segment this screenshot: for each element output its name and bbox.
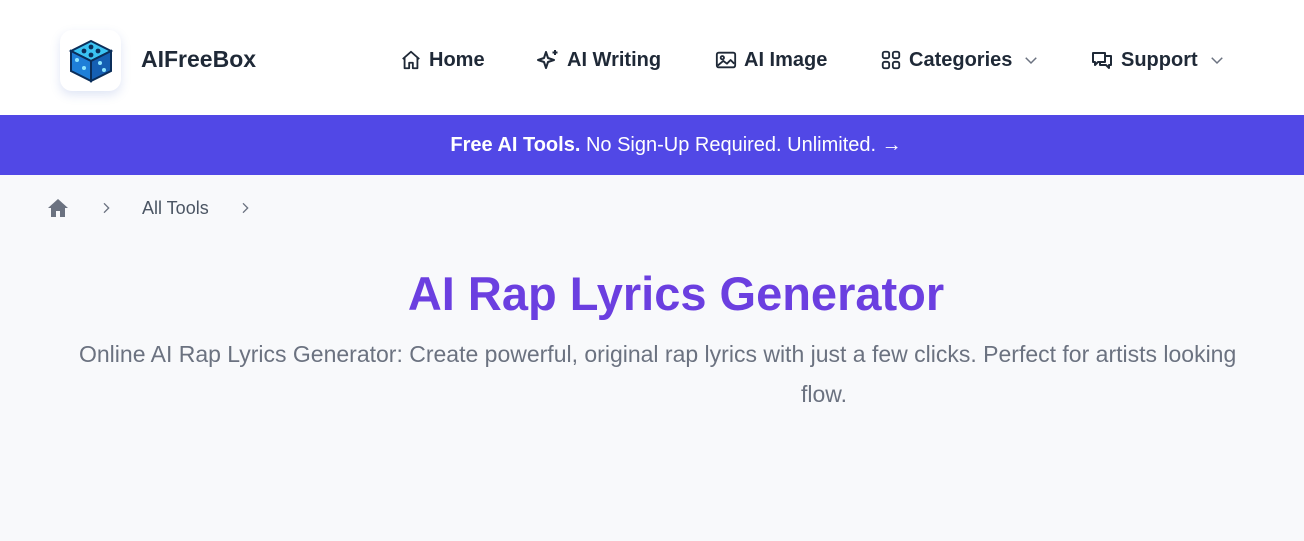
chat-bubbles-icon [1092,52,1112,69]
chevron-right-icon [98,200,114,216]
site-header: AIFreeBox Home AI Writing AI Image Categ… [0,0,1304,115]
promo-banner-text: No Sign-Up Required. Unlimited. → [580,133,902,156]
promo-banner: Free AI Tools. No Sign-Up Required. Unli… [0,115,1304,175]
brand-name[interactable]: AIFreeBox [141,46,256,73]
nav-home-label: Home [429,48,485,71]
nav-ai-writing[interactable]: AI Writing [536,44,661,76]
sparkles-icon [537,50,558,69]
nav-ai-writing-label: AI Writing [567,48,662,71]
home-icon [402,50,420,70]
site-logo[interactable] [60,30,121,91]
promo-banner-link[interactable]: Free AI Tools. No Sign-Up Required. Unli… [450,134,901,157]
chevron-down-icon [1025,57,1038,65]
nav-categories-label: Categories [909,48,1013,71]
page-title: AI Rap Lyrics Generator [407,267,945,320]
nav-support[interactable]: Support [1090,44,1226,76]
promo-banner-bold: Free AI Tools. [450,133,581,156]
chevron-down-icon [1210,57,1223,65]
cube-logo-icon [68,39,113,83]
home-icon[interactable] [46,196,70,220]
nav-home[interactable]: Home [400,44,485,76]
breadcrumb-all-tools[interactable]: All Tools [142,198,209,219]
image-icon [715,51,737,69]
breadcrumb: All Tools [46,193,281,223]
nav-ai-image-label: AI Image [744,48,828,71]
page-description-continued: flow. [801,381,848,407]
nav-categories[interactable]: Categories [880,44,1040,76]
nav-support-label: Support [1121,48,1198,71]
nav-ai-image[interactable]: AI Image [715,44,827,76]
chevron-right-icon [237,200,253,216]
page-description: Online AI Rap Lyrics Generator: Create p… [79,341,1237,367]
grid-icon [881,50,901,70]
